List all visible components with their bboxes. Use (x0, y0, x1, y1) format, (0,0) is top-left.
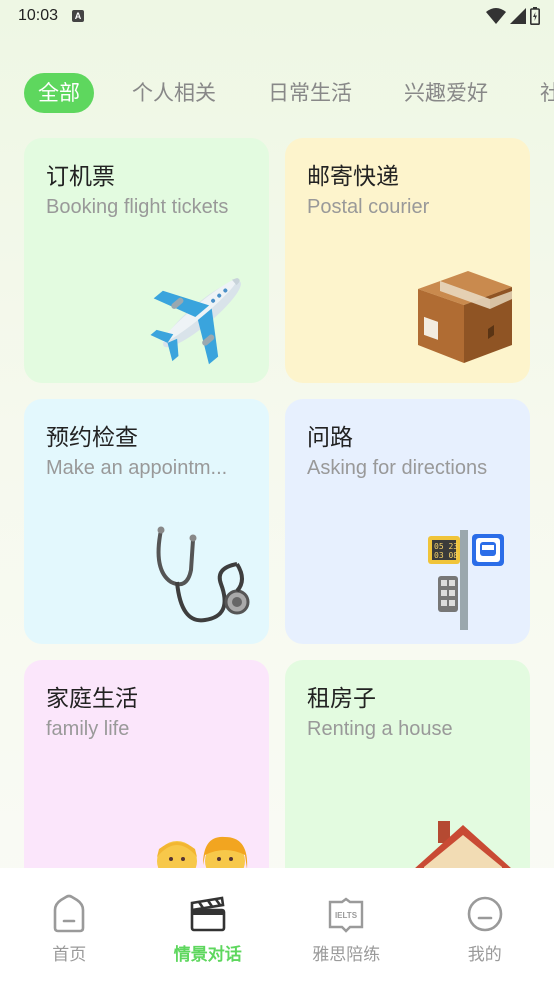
tab-social[interactable]: 社 (540, 73, 554, 113)
nav-label: 情景对话 (173, 945, 242, 965)
card-booking-flight[interactable]: 订机票 Booking flight tickets (24, 138, 269, 383)
svg-text:03 08: 03 08 (434, 551, 458, 560)
card-subtitle: Postal courier (307, 196, 430, 218)
scenario-grid: 订机票 Booking flight tickets 邮寄快递 Postal c… (24, 138, 531, 868)
nav-profile[interactable]: 我的 (425, 894, 545, 965)
stethoscope-icon (156, 526, 250, 623)
card-subtitle: family life (46, 718, 130, 740)
wifi-icon (486, 8, 506, 24)
nav-label: 我的 (467, 945, 502, 965)
card-subtitle: Renting a house (307, 718, 453, 740)
nav-label: 首页 (52, 945, 87, 965)
tab-daily-life[interactable]: 日常生活 (268, 73, 352, 113)
card-title: 预约检查 (46, 425, 138, 451)
card-family-life[interactable]: 家庭生活 family life (24, 660, 269, 868)
card-postal-courier[interactable]: 邮寄快递 Postal courier (285, 138, 530, 383)
nav-scenario-dialogue[interactable]: 情景对话 (148, 894, 268, 965)
status-bar: 10:03 A (0, 0, 554, 32)
profile-icon (467, 896, 503, 932)
card-subtitle: Booking flight tickets (46, 196, 229, 218)
clapperboard-icon (190, 896, 226, 932)
home-icon (53, 894, 85, 933)
svg-text:05 23: 05 23 (434, 542, 458, 551)
card-renting-house[interactable]: 租房子 Renting a house (285, 660, 530, 868)
signal-icon (510, 8, 526, 24)
house-icon (415, 821, 511, 868)
nav-label: 雅思陪练 (312, 945, 381, 965)
notification-icon: A (72, 10, 85, 22)
card-title: 家庭生活 (46, 686, 138, 712)
nav-home[interactable]: 首页 (9, 894, 129, 965)
card-appointment[interactable]: 预约检查 Make an appointm... (24, 399, 269, 644)
nav-ielts-practice[interactable]: IELTS 雅思陪练 (286, 894, 406, 965)
bus-stop-icon: 05 23 03 08 (428, 530, 504, 630)
package-icon (418, 271, 512, 363)
family-icon (157, 836, 248, 868)
card-subtitle: Asking for directions (307, 457, 488, 479)
tab-personal[interactable]: 个人相关 (132, 73, 216, 113)
status-time: 10:03 (18, 7, 59, 24)
ielts-badge: IELTS (335, 911, 358, 920)
card-title: 订机票 (46, 164, 115, 190)
card-title: 问路 (307, 425, 353, 451)
ielts-book-icon: IELTS (329, 897, 364, 933)
tab-hobbies[interactable]: 兴趣爱好 (404, 73, 488, 113)
card-subtitle: Make an appointm... (46, 457, 228, 479)
tab-all[interactable]: 全部 (24, 73, 94, 113)
battery-icon (530, 7, 540, 25)
card-title: 邮寄快递 (307, 164, 399, 190)
airplane-icon (150, 278, 241, 365)
card-directions[interactable]: 问路 Asking for directions 05 23 03 08 (285, 399, 530, 644)
status-icons (486, 7, 540, 25)
bottom-nav: 首页 情景对话 IELTS 雅思陪练 我的 (0, 868, 554, 984)
card-title: 租房子 (307, 686, 376, 712)
category-tabs: 全部 个人相关 日常生活 兴趣爱好 社 (0, 72, 554, 114)
